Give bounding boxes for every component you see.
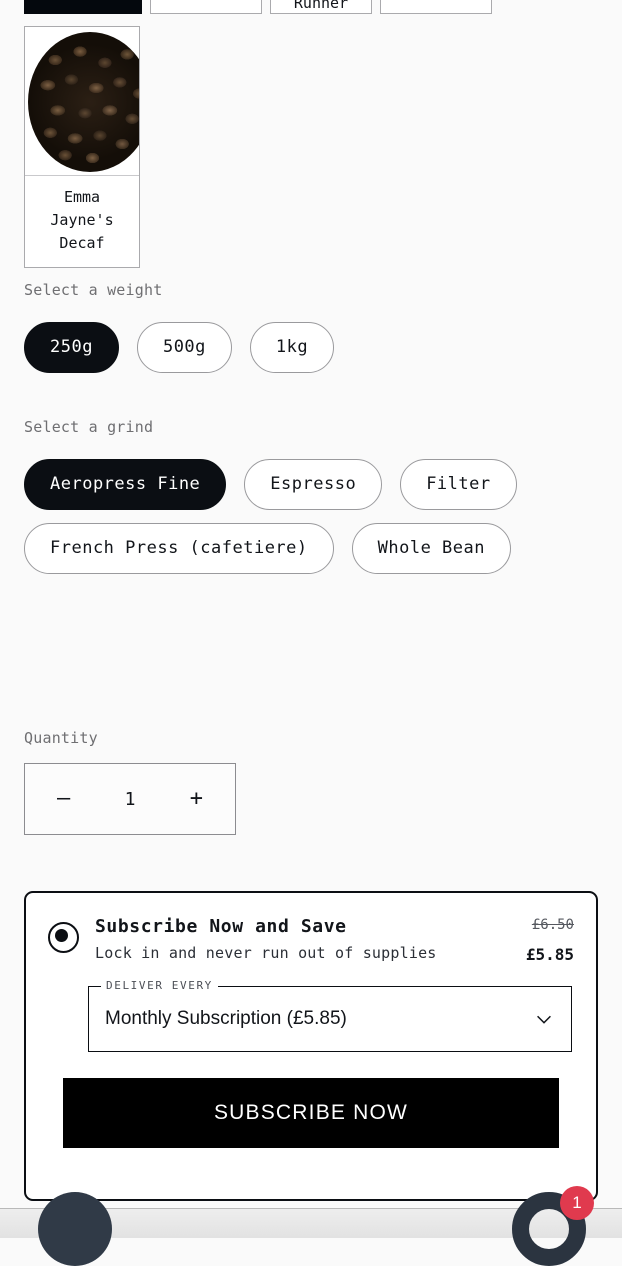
weight-option-1kg[interactable]: 1kg	[249, 322, 335, 373]
grind-option-aeropress-fine[interactable]: Aeropress Fine	[24, 459, 227, 510]
weight-option-500g[interactable]: 500g	[136, 322, 232, 373]
variant-chip-3[interactable]: Runner	[270, 0, 372, 14]
subscription-card[interactable]: Subscribe Now and Save Lock in and never…	[24, 891, 598, 1201]
price-original: £6.50	[531, 917, 574, 933]
grind-option-whole-bean[interactable]: Whole Bean	[351, 523, 511, 574]
subscription-radio[interactable]	[48, 922, 79, 953]
chevron-down-icon[interactable]	[533, 1008, 555, 1030]
grind-option-filter[interactable]: Filter	[400, 459, 517, 510]
variant-chip-3-label: Runner	[293, 0, 349, 12]
deliver-every-value: Monthly Subscription (£5.85)	[105, 1008, 347, 1029]
quantity-stepper[interactable]: — 1 +	[24, 763, 236, 835]
quantity-increase-button[interactable]: +	[184, 788, 209, 810]
subscription-header: Subscribe Now and Save Lock in and never…	[26, 893, 596, 964]
coffee-beans-icon	[25, 27, 139, 176]
variant-selector-row[interactable]: Runner	[0, 0, 622, 14]
variant-chip-1[interactable]	[24, 0, 142, 14]
coffee-beans-image	[28, 32, 139, 172]
chat-bubble-button[interactable]	[38, 1192, 112, 1266]
weight-options[interactable]: 250g 500g 1kg	[24, 322, 599, 373]
product-card[interactable]: Emma Jayne's Decaf	[24, 26, 140, 268]
variant-chip-2[interactable]	[150, 0, 262, 14]
bottom-bar: 1	[0, 1186, 622, 1266]
weight-option-250g[interactable]: 250g	[24, 322, 119, 373]
deliver-every-legend: DELIVER EVERY	[101, 979, 218, 992]
grind-option-espresso[interactable]: Espresso	[244, 459, 383, 510]
subscription-text-block: Subscribe Now and Save Lock in and never…	[79, 915, 526, 962]
quantity-decrease-button[interactable]: —	[51, 788, 76, 810]
subscription-subtitle: Lock in and never run out of supplies	[95, 944, 437, 963]
grind-option-french-press[interactable]: French Press (cafetiere)	[24, 523, 334, 574]
grind-group-label: Select a grind	[24, 418, 154, 436]
weight-group-label: Select a weight	[24, 281, 163, 299]
subscription-prices: £6.50 £5.85	[526, 915, 574, 964]
product-name: Emma Jayne's Decaf	[50, 188, 114, 252]
price-discounted: £5.85	[525, 945, 574, 964]
variant-chip-4[interactable]	[380, 0, 492, 14]
subscription-title: Subscribe Now and Save	[95, 916, 347, 937]
cart-count-badge: 1	[560, 1186, 594, 1220]
quantity-value: 1	[124, 788, 136, 810]
subscribe-now-button[interactable]: SUBSCRIBE NOW	[63, 1078, 559, 1148]
grind-options[interactable]: Aeropress Fine Espresso Filter French Pr…	[24, 459, 599, 574]
deliver-every-select[interactable]: DELIVER EVERY Monthly Subscription (£5.8…	[88, 979, 572, 1052]
quantity-label: Quantity	[24, 729, 98, 747]
